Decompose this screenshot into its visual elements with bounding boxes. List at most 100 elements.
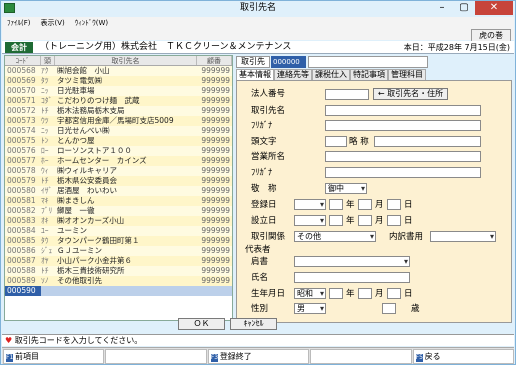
- list-row[interactable]: 000571 ｺﾀﾞ こだわりのつけ麺 武蔵 999999: [5, 96, 232, 106]
- function-key-bar: F1 前項目 F3 登録終了 F5 戻る: [2, 347, 515, 364]
- list-row[interactable]: 000585 ﾀｳ タウンパーク鶴田町第１ 999999: [5, 236, 232, 246]
- f5-back-button[interactable]: F5 戻る: [412, 349, 515, 364]
- close-button[interactable]: ✕: [475, 1, 513, 15]
- row-number: 999999: [201, 226, 230, 235]
- establishment-day-input[interactable]: [387, 215, 401, 226]
- f1-previous-button[interactable]: F1 前項目: [3, 349, 105, 364]
- list-row[interactable]: 000573 ｳﾂ 宇都宮信用金庫／馬場町支店5009 999999: [5, 116, 232, 126]
- row-number: 999999: [201, 256, 230, 265]
- cancel-button[interactable]: ｷｬﾝｾﾙ: [230, 318, 277, 330]
- list-row[interactable]: 000580 ｲｻﾞ 居酒屋 わいわい 999999: [5, 186, 232, 196]
- row-number: 999999: [201, 136, 230, 145]
- list-row[interactable]: 000590: [5, 286, 232, 296]
- list-row[interactable]: 000570 ﾆｯ 日光駐車場 999999: [5, 86, 232, 96]
- status-bar: ♥ 取引先コードを入力してください。: [2, 334, 514, 346]
- birth-month-input[interactable]: [358, 288, 372, 299]
- tab-special-notes[interactable]: 特記事項: [350, 69, 388, 80]
- row-initial: ﾏｷ: [41, 196, 49, 205]
- corporate-number-input[interactable]: [325, 89, 369, 100]
- header-initial[interactable]: 頭: [41, 56, 55, 65]
- list-row[interactable]: 000579 ﾄﾁ 栃木県公安委員会 999999: [5, 176, 232, 186]
- establishment-month-input[interactable]: [358, 215, 372, 226]
- row-name: 小山パーク小金井第６: [57, 256, 132, 265]
- list-row[interactable]: 000577 ﾎｰ ホームセンター カインズ 999999: [5, 156, 232, 166]
- info-bar: 会計 （トレーニング用）株式会社 ＴＫＣクリーン＆メンテナンス 本日：平成28年…: [2, 41, 514, 54]
- row-initial: ｵｷ: [41, 216, 49, 225]
- title-select[interactable]: [294, 256, 410, 267]
- furigana-input-2[interactable]: [325, 167, 481, 178]
- registration-month-input[interactable]: [358, 199, 372, 210]
- list-row[interactable]: 000578 ｳｨ ㈱ウィルキャリア 999999: [5, 166, 232, 176]
- ok-button[interactable]: ＯＫ: [178, 318, 225, 330]
- row-initial: ﾛｰ: [41, 146, 49, 155]
- maximize-button[interactable]: ▢: [453, 1, 475, 15]
- header-code[interactable]: ｺｰﾄﾞ: [5, 56, 41, 65]
- registration-era-select[interactable]: [294, 199, 326, 210]
- row-number: 999999: [201, 206, 230, 215]
- row-number: 999999: [201, 156, 230, 165]
- title-bar: 取引先名 – ▢ ✕: [1, 1, 515, 16]
- detail-pane: 取引先 000000 基本情報 連絡先等 課税仕入 特記事項 管理科目 法人番号…: [236, 55, 514, 333]
- list-row[interactable]: 000582 ﾌﾞﾘ 鰤屋 一徹 999999: [5, 206, 232, 216]
- furigana-input-1[interactable]: [325, 120, 481, 131]
- row-number: 999999: [201, 126, 230, 135]
- short-name-input[interactable]: [374, 136, 481, 147]
- statement-use-select[interactable]: [430, 231, 496, 242]
- list-row[interactable]: 000586 ｼﾞｪ ＧＪユーミン 999999: [5, 246, 232, 256]
- establishment-year-input[interactable]: [329, 215, 343, 226]
- row-code: 000579: [7, 176, 36, 185]
- header-number[interactable]: 顧番: [197, 56, 232, 65]
- registration-year-input[interactable]: [329, 199, 343, 210]
- minimize-button[interactable]: –: [431, 1, 453, 15]
- row-initial: ｿﾉ: [41, 276, 49, 285]
- list-row[interactable]: 000589 ｿﾉ その他取引先 999999: [5, 276, 232, 286]
- customer-list[interactable]: ｺｰﾄﾞ 頭 取引先名 顧番 000568 ｱｸ ㈱旭会館 小山 999999 0005…: [4, 55, 233, 321]
- tab-basic-info[interactable]: 基本情報: [236, 69, 274, 80]
- list-row[interactable]: 000588 ﾄﾁ 栃木三貴技術研究所 999999: [5, 266, 232, 276]
- row-name: ローソンストア１００: [57, 146, 132, 155]
- code-input[interactable]: 000000: [271, 56, 306, 68]
- list-row[interactable]: 000584 ﾕｰ ユーミン 999999: [5, 226, 232, 236]
- list-row[interactable]: 000583 ｵｷ ㈱オオンカーズ小山 999999: [5, 216, 232, 226]
- full-name-input[interactable]: [294, 272, 410, 283]
- row-initial: ｺﾀﾞ: [41, 96, 53, 105]
- tab-management-account[interactable]: 管理科目: [388, 69, 426, 80]
- label-gender: 性別: [251, 304, 269, 314]
- list-row[interactable]: 000587 ｵﾔ 小山パーク小金井第６ 999999: [5, 256, 232, 266]
- customer-name-input[interactable]: [325, 105, 481, 116]
- row-name: ＧＪユーミン: [57, 246, 102, 255]
- establishment-era-select[interactable]: [294, 215, 326, 226]
- list-row[interactable]: 000574 ﾆｯ 日光せんべい㈱ 999999: [5, 126, 232, 136]
- f3-finish-registration-button[interactable]: F3 登録終了: [207, 349, 310, 364]
- relationship-select[interactable]: その他: [294, 231, 376, 242]
- row-number: 999999: [201, 176, 230, 185]
- list-row[interactable]: 000568 ｱｸ ㈱旭会館 小山 999999: [5, 66, 232, 76]
- list-row[interactable]: 000581 ﾏｷ ㈱まきしん 999999: [5, 196, 232, 206]
- registration-day-input[interactable]: [387, 199, 401, 210]
- birth-year-input[interactable]: [329, 288, 343, 299]
- header-name[interactable]: 取引先名: [55, 56, 197, 65]
- initial-input[interactable]: [325, 136, 347, 147]
- menu-window[interactable]: ｳｨﾝﾄﾞｳ(W): [70, 17, 113, 29]
- honorific-select[interactable]: 御中: [325, 183, 367, 194]
- birth-day-input[interactable]: [387, 288, 401, 299]
- row-initial: [41, 286, 55, 296]
- row-initial: ﾎｰ: [41, 156, 49, 165]
- list-row[interactable]: 000576 ﾛｰ ローソンストア１００ 999999: [5, 146, 232, 156]
- list-row[interactable]: 000569 ﾀﾂ タツミ電気㈱ 999999: [5, 76, 232, 86]
- list-row[interactable]: 000575 ﾄﾝ とんかつ屋 999999: [5, 136, 232, 146]
- row-number: 999999: [201, 66, 230, 75]
- row-number: 999999: [201, 116, 230, 125]
- menu-file[interactable]: ﾌｧｲﾙ(F): [2, 17, 36, 29]
- list-row[interactable]: 000572 ﾄﾁ 栃木法務局栃木支局 999999: [5, 106, 232, 116]
- menu-view[interactable]: 表示(V): [36, 17, 70, 29]
- gender-select[interactable]: 男: [294, 303, 326, 314]
- f3-key-badge: F3: [210, 354, 219, 362]
- row-name: ホームセンター カインズ: [57, 156, 147, 165]
- label-registration-date: 登録日: [251, 200, 277, 210]
- tab-taxable-purchase[interactable]: 課税仕入: [312, 69, 350, 80]
- search-name-address-button[interactable]: ← 取引先名・住所: [373, 88, 448, 100]
- birth-era-select[interactable]: 昭和: [294, 288, 326, 299]
- tab-contact[interactable]: 連絡先等: [274, 69, 312, 80]
- office-name-input[interactable]: [325, 151, 481, 162]
